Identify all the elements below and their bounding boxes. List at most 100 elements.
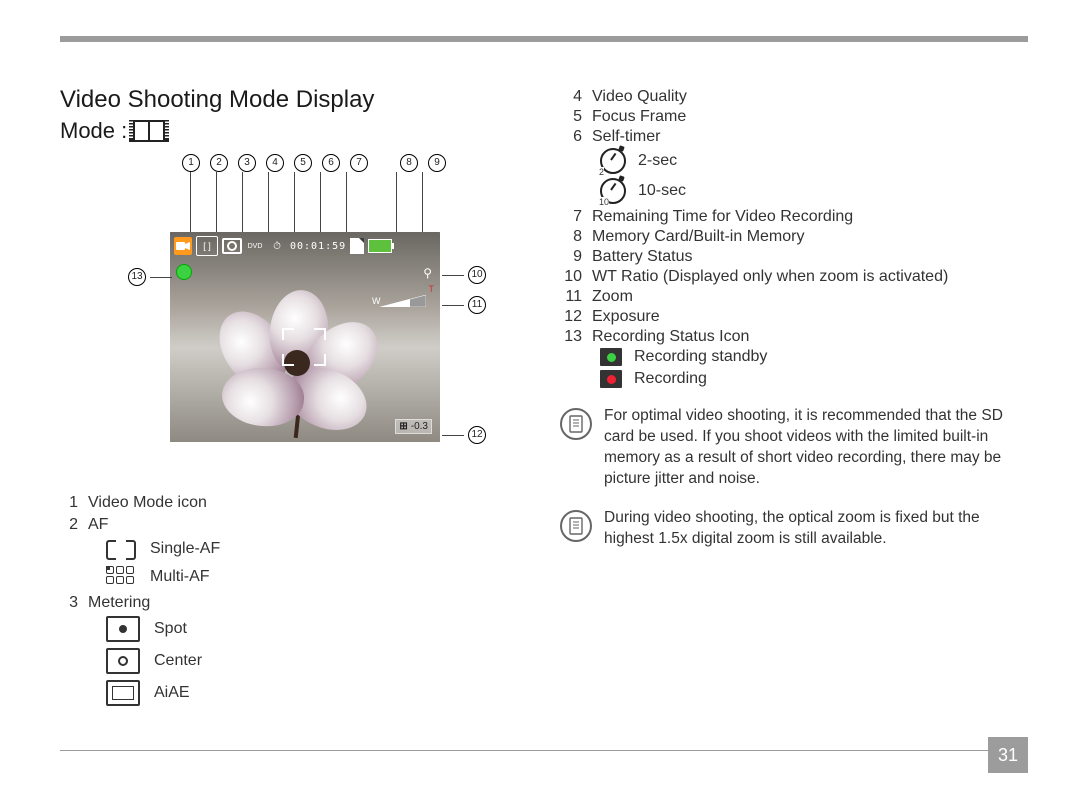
aiae-label: AiAE [154, 684, 190, 702]
scene-flower [228, 302, 378, 432]
leader-line [268, 172, 269, 236]
aiae-metering-icon [106, 680, 140, 706]
focus-frame [282, 328, 326, 366]
timer-2sec-icon: 2 [600, 148, 626, 174]
recording-label: Recording [634, 370, 707, 388]
spot-label: Spot [154, 620, 187, 638]
leader-line [396, 172, 397, 236]
callout-3: 3 [238, 154, 256, 172]
zoom-tele-label: T [429, 284, 435, 294]
legend-zoom: Zoom [592, 288, 633, 306]
legend-sub: AiAE [106, 680, 520, 706]
callout-8: 8 [400, 154, 418, 172]
legend-wt-ratio: WT Ratio (Displayed only when zoom is ac… [592, 268, 948, 286]
timer-10sec-label: 10-sec [638, 182, 686, 200]
timer-10sec-icon: 10 [600, 178, 626, 204]
leader-line [242, 172, 243, 236]
note-text-zoom: During video shooting, the optical zoom … [604, 508, 1030, 550]
legend-sub: Center [106, 648, 520, 674]
leader-line [216, 172, 217, 236]
legend-self-timer: Self-timer [592, 128, 660, 146]
callout-4: 4 [266, 154, 284, 172]
standby-status-icon [600, 348, 622, 366]
ev-text: -0.3 [411, 421, 428, 432]
legend-af: AF [88, 516, 108, 534]
recording-status-icon [176, 264, 192, 280]
callout-line-12: 12 [442, 426, 486, 444]
film-icon [133, 120, 165, 142]
top-rule [60, 36, 1028, 42]
callout-10: 10 [468, 266, 486, 284]
leader-line [190, 172, 191, 236]
leader-line [346, 172, 347, 236]
standby-label: Recording standby [634, 348, 767, 366]
legend-rec-status: Recording Status Icon [592, 328, 749, 346]
note-icon [560, 510, 592, 542]
legend-remaining-time: Remaining Time for Video Recording [592, 208, 853, 226]
left-column: Video Shooting Mode Display Mode : 1 2 3… [60, 86, 520, 712]
multi-af-icon [106, 566, 136, 588]
metering-osd-icon [222, 237, 242, 255]
legend-metering: Metering [88, 594, 150, 612]
recording-status-square-icon [600, 370, 622, 388]
legend-row: 3Metering [60, 594, 520, 612]
single-af-icon [106, 538, 136, 560]
note-icon [560, 408, 592, 440]
callout-line-13: 13 [128, 268, 172, 286]
legend-focus-frame: Focus Frame [592, 108, 686, 126]
video-mode-icon [174, 237, 192, 255]
top-callouts: 1 2 3 4 5 6 7 8 9 [182, 154, 446, 172]
callout-9: 9 [428, 154, 446, 172]
sd-card-icon [350, 238, 364, 254]
osd-topbar: [ ] DVD ⏱ 00:01:59 [170, 234, 440, 258]
lcd-screen: [ ] DVD ⏱ 00:01:59 ⚲ W T [170, 232, 440, 442]
legend-sub: Spot [106, 616, 520, 642]
content-area: Video Shooting Mode Display Mode : 1 2 3… [60, 70, 1028, 735]
callout-6: 6 [322, 154, 340, 172]
callout-line-10: 10 [442, 266, 486, 284]
display-diagram: 1 2 3 4 5 6 7 8 9 [100, 154, 500, 464]
page-number: 31 [988, 737, 1028, 773]
timer-osd-icon: ⏱ [268, 237, 286, 255]
note-sd-card: For optimal video shooting, it is recomm… [560, 406, 1030, 490]
exposure-value: ⊞-0.3 [395, 419, 432, 434]
single-af-label: Single-AF [150, 540, 220, 558]
callout-2: 2 [210, 154, 228, 172]
af-osd-icon: [ ] [196, 236, 218, 256]
mode-label: Mode : [60, 118, 127, 144]
leader-line [422, 172, 423, 236]
callout-7: 7 [350, 154, 368, 172]
callout-13: 13 [128, 268, 146, 286]
legend-battery: Battery Status [592, 248, 693, 266]
spot-metering-icon [106, 616, 140, 642]
note-zoom: During video shooting, the optical zoom … [560, 508, 1030, 550]
page-title: Video Shooting Mode Display [60, 86, 520, 114]
timer-2sec-label: 2-sec [638, 152, 677, 170]
note-text-sd: For optimal video shooting, it is recomm… [604, 406, 1030, 490]
right-legend: 4Video Quality 5Focus Frame 6Self-timer … [560, 88, 1030, 388]
legend-video-quality: Video Quality [592, 88, 687, 106]
legend-memory: Memory Card/Built-in Memory [592, 228, 804, 246]
legend-sub: Multi-AF [106, 566, 520, 588]
multi-af-label: Multi-AF [150, 568, 210, 586]
callout-line-11: 11 [442, 296, 486, 314]
center-label: Center [154, 652, 202, 670]
legend-video-mode: Video Mode icon [88, 494, 207, 512]
right-column: 4Video Quality 5Focus Frame 6Self-timer … [560, 86, 1030, 550]
center-metering-icon [106, 648, 140, 674]
left-legend: 1Video Mode icon 2AF Single-AF Multi-AF … [60, 494, 520, 706]
bottom-rule [60, 750, 1028, 751]
legend-row: 2AF [60, 516, 520, 534]
legend-sub: Single-AF [106, 538, 520, 560]
mode-line: Mode : [60, 118, 520, 144]
manual-page: Video Shooting Mode Display Mode : 1 2 3… [0, 0, 1080, 785]
battery-icon [368, 239, 392, 253]
zoom-bar: W T [372, 292, 434, 306]
zoom-magnifier-icon: ⚲ [423, 266, 432, 280]
osd-time: 00:01:59 [290, 241, 346, 252]
callout-11: 11 [468, 296, 486, 314]
callout-1: 1 [182, 154, 200, 172]
leader-line [294, 172, 295, 240]
legend-row: 1Video Mode icon [60, 494, 520, 512]
quality-osd-icon: DVD [246, 237, 264, 255]
